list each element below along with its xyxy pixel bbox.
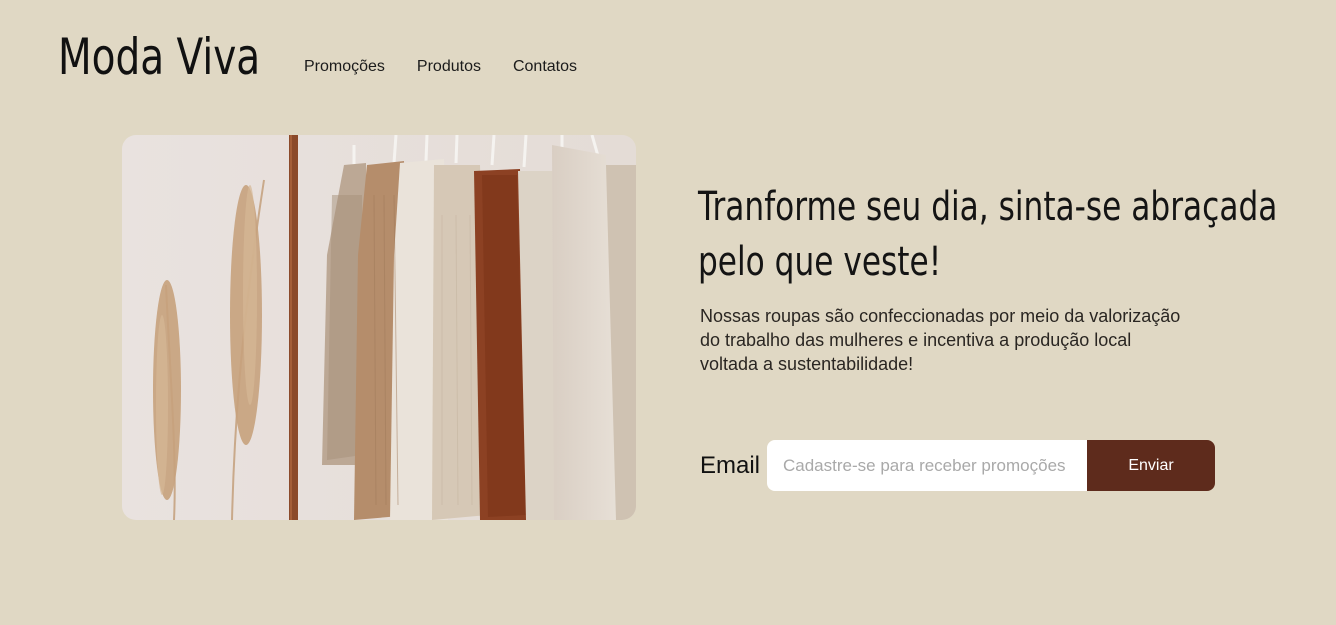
clothing-rack-photo-icon — [122, 135, 636, 520]
send-button[interactable]: Enviar — [1087, 440, 1215, 491]
brand-logo[interactable]: Moda Viva — [58, 28, 260, 86]
landing-page: Moda Viva Promoções Produtos Contatos Tr… — [0, 0, 1336, 625]
nav-item-contatos[interactable]: Contatos — [513, 58, 577, 76]
hero-description: Nossas roupas são confeccionadas por mei… — [700, 304, 1220, 376]
hero-image — [122, 135, 636, 520]
description-line-2: do trabalho das mulheres e incentiva a p… — [700, 330, 1132, 350]
nav-item-produtos[interactable]: Produtos — [417, 58, 481, 76]
hero-headline: Tranforme seu dia, sinta-se abraçada pel… — [698, 180, 1278, 290]
description-line-3: voltada a sustentabilidade! — [700, 354, 914, 374]
description-line-1: Nossas roupas são confeccionadas por mei… — [700, 306, 1181, 326]
headline-line-1: Tranforme seu dia, sinta-se abraçada — [698, 184, 1278, 230]
nav-item-promocoes[interactable]: Promoções — [304, 58, 385, 76]
headline-line-2: pelo que veste! — [698, 239, 942, 285]
email-label: Email — [700, 452, 761, 479]
email-input[interactable] — [767, 440, 1089, 491]
main-nav: Promoções Produtos Contatos — [304, 58, 577, 76]
